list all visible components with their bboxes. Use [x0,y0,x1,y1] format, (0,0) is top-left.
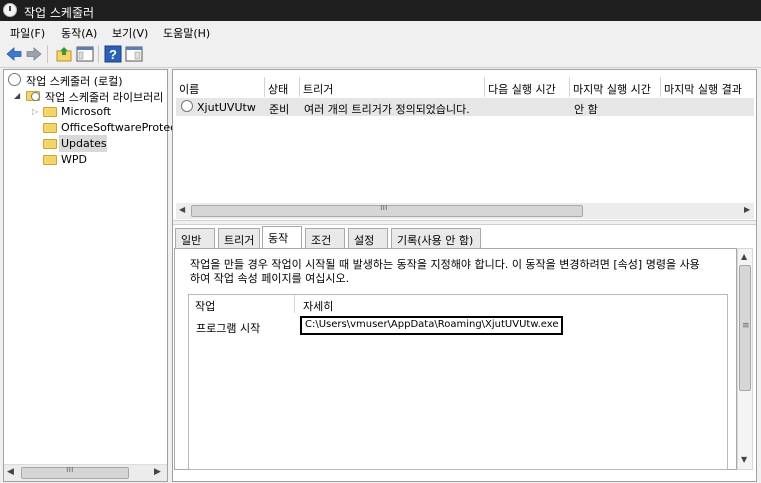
back-arrow-icon[interactable] [5,45,23,63]
scroll-right-arrow-icon[interactable]: ▶ [154,467,161,477]
tree-root[interactable]: 작업 스케줄러 (로컬) [26,73,123,89]
task-scheduler-clock-icon [3,3,17,17]
pane-splitter[interactable] [173,220,756,225]
scroll-up-arrow-icon[interactable]: ▲ [741,252,747,261]
show-hide-console-tree-icon[interactable] [76,45,94,63]
description-line-1: 작업을 만들 경우 작업이 시작될 때 발생하는 동작을 지정해야 합니다. 이… [190,258,700,271]
column-header-trigger[interactable]: 트리거 [300,77,485,97]
menu-file[interactable]: 파일(F) [10,25,45,41]
show-hide-action-pane-icon[interactable] [125,45,143,63]
folder-icon [43,155,57,165]
tree-folder-updates[interactable]: Updates [61,137,107,150]
column-header-next-run[interactable]: 다음 실행 시간 [485,77,570,97]
column-header-action[interactable]: 작업 [189,295,295,313]
description-line-2: 하여 작업 속성 페이지를 여십시오. [190,272,350,285]
action-type[interactable]: 프로그램 시작 [196,320,260,336]
menu-help[interactable]: 도움말(H) [163,25,210,41]
action-details-highlighted[interactable]: C:\Users\vmuser\AppData\Roaming\XjutUVUt… [300,316,563,335]
title-bar[interactable]: 작업 스케줄러 [0,0,761,21]
expand-triangle-icon[interactable]: ◢ [14,91,20,100]
console-tree: 작업 스케줄러 (로컬) ◢ 작업 스케줄러 라이브러리 ▷ Microsoft… [3,69,181,482]
task-status: 준비 [269,103,290,116]
task-list-header: 이름 상태 트리거 다음 실행 시간 마지막 실행 시간 마지막 실행 결과 [176,77,754,97]
column-header-last-run[interactable]: 마지막 실행 시간 [570,77,661,97]
column-header-details[interactable]: 자세히 [295,295,727,313]
tree-library[interactable]: 작업 스케줄러 라이브러리 [45,89,163,105]
tree-folder-wpd[interactable]: WPD [61,153,87,166]
scrollbar-thumb[interactable]: ≡ [739,265,751,391]
vertical-scrollbar[interactable]: ▲ ≡ ▼ [737,248,753,470]
menu-action[interactable]: 동작(A) [61,25,97,41]
window-title: 작업 스케줄러 [24,6,95,20]
task-scheduler-clock-icon [8,73,21,86]
column-header-last-result[interactable]: 마지막 실행 결과 [661,77,754,97]
table-row[interactable]: XjutUVUtw 준비 여러 개의 트리거가 정의되었습니다. 안 함 [176,98,754,116]
task-last-run: 안 함 [574,103,598,116]
scroll-left-arrow-icon[interactable]: ◀ [7,467,14,477]
scroll-down-arrow-icon[interactable]: ▼ [741,455,747,464]
actions-tab-panel: 작업을 만들 경우 작업이 시작될 때 발생하는 동작을 지정해야 합니다. 이… [174,248,737,470]
actions-description: 작업을 만들 경우 작업이 시작될 때 발생하는 동작을 지정해야 합니다. 이… [190,258,730,286]
tree-folder-microsoft[interactable]: Microsoft [61,105,111,118]
tab-general[interactable]: 일반 [175,228,215,248]
task-trigger: 여러 개의 트리거가 정의되었습니다. [304,103,470,116]
menu-bar: 파일(F) 동작(A) 보기(V) 도움말(H) [0,21,761,41]
menu-view[interactable]: 보기(V) [112,25,148,41]
tree-folder-officesoftwareprotect[interactable]: OfficeSoftwareProtect [61,121,181,134]
folder-icon [43,139,57,149]
scrollbar-thumb[interactable]: ııı [191,203,583,217]
scrollbar-thumb[interactable]: ııı [21,465,129,479]
folder-icon [43,107,57,117]
task-name: XjutUVUtw [197,101,256,114]
scroll-right-arrow-icon[interactable]: ▶ [744,205,750,214]
column-header-name[interactable]: 이름 [176,77,265,97]
library-folder-clock-icon [26,89,41,102]
actions-list: 작업 자세히 프로그램 시작 C:\Users\vmuser\AppData\R… [188,294,728,470]
tab-actions[interactable]: 동작 [262,226,302,248]
toolbar-separator-2 [98,45,99,63]
scroll-left-arrow-icon[interactable]: ◀ [179,205,185,214]
tab-triggers[interactable]: 트리거 [218,228,260,248]
tab-conditions[interactable]: 조건 [305,228,345,248]
tab-settings[interactable]: 설정 [348,228,388,248]
actions-list-header: 작업 자세히 [189,295,727,313]
task-clock-icon [181,100,193,112]
svg-text:?: ? [109,47,117,62]
tab-history[interactable]: 기록(사용 안 함) [391,228,481,248]
horizontal-scrollbar[interactable]: ◀ ııı ▶ [4,464,167,481]
column-header-status[interactable]: 상태 [265,77,300,97]
folder-icon [43,123,57,133]
up-folder-icon[interactable] [55,45,73,63]
task-list-horizontal-scrollbar[interactable]: ◀ ııı ▶ [176,203,754,219]
toolbar-separator [47,45,48,63]
help-icon[interactable]: ? [104,45,122,63]
collapse-triangle-icon[interactable]: ▷ [32,107,38,116]
forward-arrow-icon[interactable] [25,45,43,63]
